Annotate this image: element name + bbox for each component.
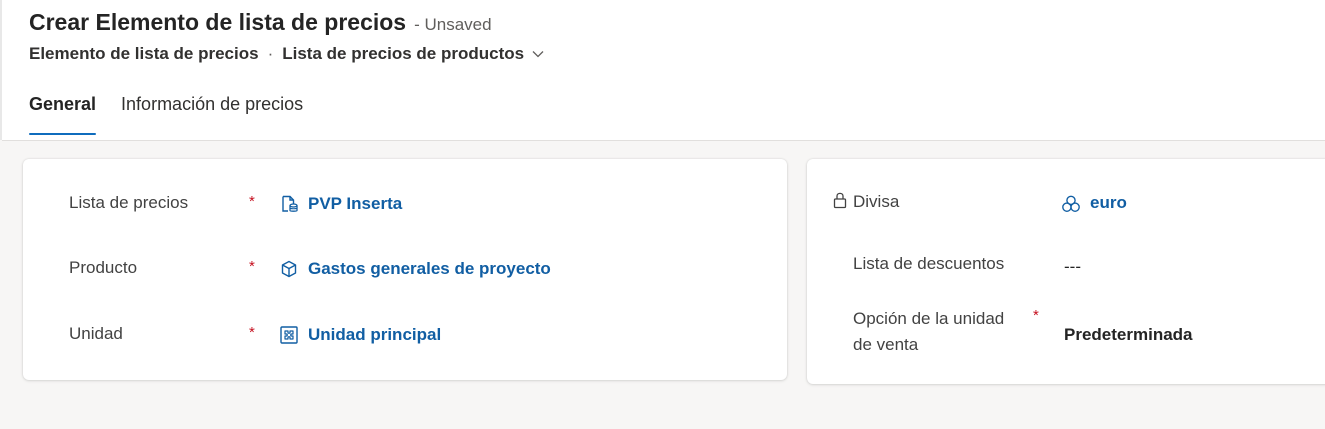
currency-icon xyxy=(1061,193,1081,213)
currency-value: euro xyxy=(1090,193,1127,212)
unsaved-status: - Unsaved xyxy=(414,15,492,34)
currency-lookup-link[interactable]: euro xyxy=(1061,193,1127,213)
discount-list-value[interactable]: --- xyxy=(1064,257,1081,277)
discount-list-label: Lista de descuentos xyxy=(853,254,1005,273)
form-header: Crear Elemento de lista de precios - Uns… xyxy=(2,0,1325,141)
breadcrumb: Elemento de lista de precios · Lista de … xyxy=(29,44,544,64)
breadcrumb-separator: · xyxy=(267,44,274,63)
unit-value: Unidad principal xyxy=(308,325,442,344)
currency-label: Divisa xyxy=(853,192,900,211)
price-list-lookup-link[interactable]: PVP Inserta xyxy=(279,194,402,214)
entity-name: Elemento de lista de precios xyxy=(29,44,259,63)
tab-pricing-info[interactable]: Información de precios xyxy=(121,92,303,135)
product-value: Gastos generales de proyecto xyxy=(308,259,551,278)
form-name: Lista de precios de productos xyxy=(282,44,525,63)
price-list-icon xyxy=(279,194,299,214)
sale-unit-option-label: Opción de la unidad xyxy=(853,309,1005,328)
required-marker: * xyxy=(249,193,255,210)
product-box-icon xyxy=(279,259,299,279)
sale-unit-option-label-line2: de venta xyxy=(853,335,919,354)
price-list-label: Lista de precios xyxy=(69,193,189,212)
product-label: Producto xyxy=(69,258,138,277)
required-marker: * xyxy=(1033,307,1039,324)
general-section-card: Lista de precios * PVP Inserta Producto … xyxy=(23,159,787,380)
sale-unit-option-select[interactable]: Predeterminada xyxy=(1064,325,1193,345)
product-lookup-link[interactable]: Gastos generales de proyecto xyxy=(279,259,551,279)
unit-icon xyxy=(279,325,299,345)
chevron-down-icon xyxy=(532,50,544,58)
form-selector[interactable]: Lista de precios de productos xyxy=(282,44,544,64)
required-marker: * xyxy=(249,258,255,275)
tab-general[interactable]: General xyxy=(29,92,97,135)
tab-list: General Información de precios xyxy=(29,92,328,135)
currency-section-card: Divisa euro Lista de descuentos --- Opci… xyxy=(807,159,1325,384)
unit-label: Unidad xyxy=(69,324,123,343)
page-title: Crear Elemento de lista de precios xyxy=(29,9,407,35)
lock-icon xyxy=(833,191,847,209)
price-list-value: PVP Inserta xyxy=(308,194,403,213)
unit-lookup-link[interactable]: Unidad principal xyxy=(279,325,441,345)
title-row: Crear Elemento de lista de precios - Uns… xyxy=(29,9,492,36)
required-marker: * xyxy=(249,324,255,341)
